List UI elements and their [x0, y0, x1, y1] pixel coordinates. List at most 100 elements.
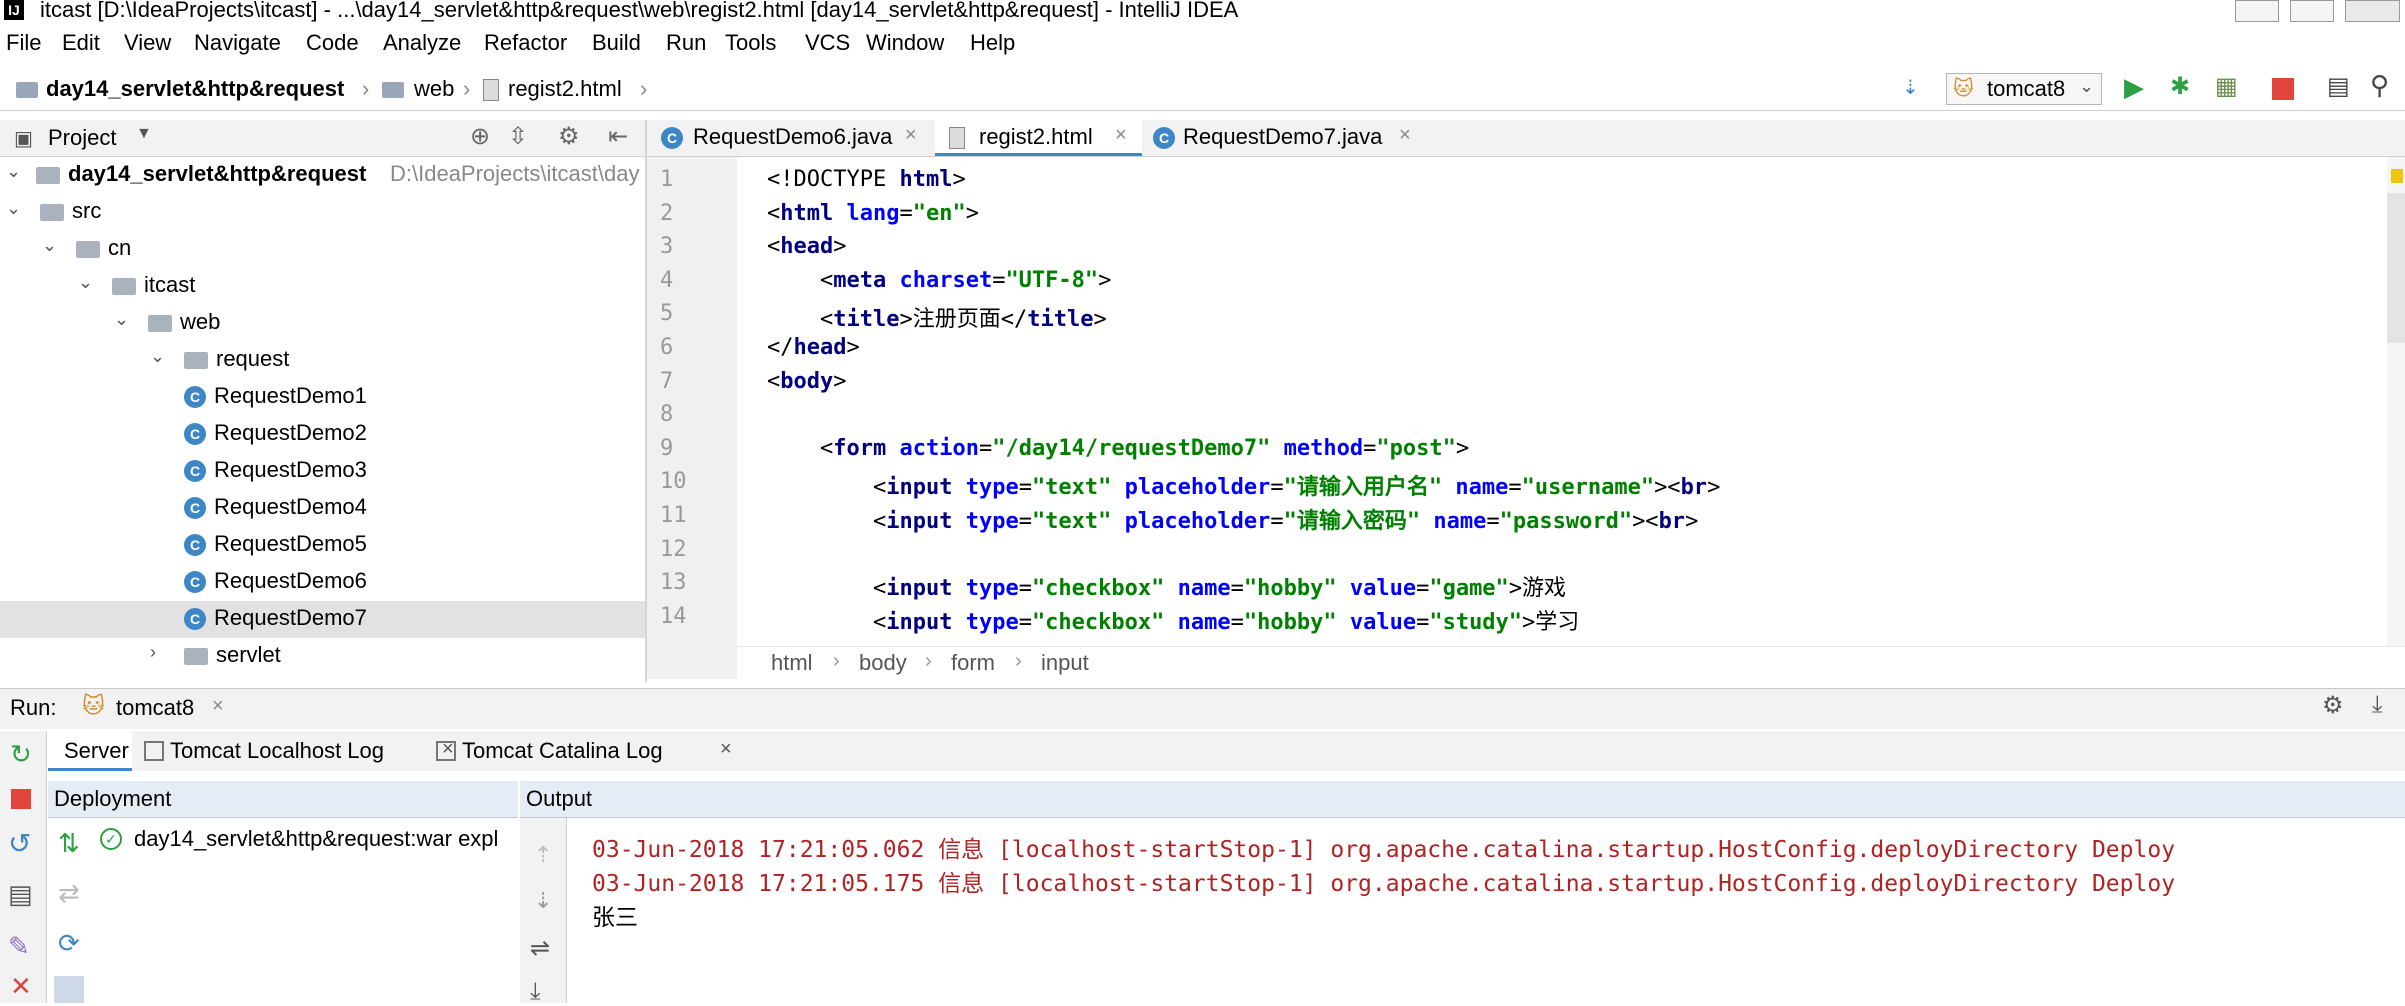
debug-icon[interactable]: ✱ — [2170, 72, 2190, 101]
collapse-arrow-icon[interactable]: ⌄ — [6, 198, 21, 219]
tab-regist2[interactable]: regist2.html × — [935, 120, 1142, 156]
menu-edit[interactable]: Edit — [62, 30, 100, 56]
tree-item-class[interactable]: C RequestDemo7 — [0, 601, 645, 638]
menu-refactor[interactable]: Refactor — [484, 30, 567, 56]
tree-item-class[interactable]: C RequestDemo6 — [0, 564, 645, 601]
code-line[interactable]: <head> — [767, 234, 846, 259]
menu-tools[interactable]: Tools — [725, 30, 776, 56]
project-structure-icon[interactable]: ▤ — [2327, 72, 2350, 101]
tree-item-folder[interactable]: ⌄ web — [0, 305, 645, 342]
undeploy-icon[interactable]: ⇄ — [58, 878, 80, 909]
tree-item-class[interactable]: C RequestDemo3 — [0, 453, 645, 490]
tree-item-folder[interactable]: ⌄ itcast — [0, 268, 645, 305]
gear-icon[interactable]: ⚙ — [2322, 691, 2344, 720]
code-line[interactable]: <form action="/day14/requestDemo7" metho… — [767, 436, 1469, 461]
menu-code[interactable]: Code — [306, 30, 359, 56]
menu-navigate[interactable]: Navigate — [194, 30, 281, 56]
tree-item-folder[interactable]: ⌄ cn — [0, 231, 645, 268]
code-line[interactable]: <title>注册页面</title> — [767, 301, 1107, 333]
menu-file[interactable]: File — [6, 30, 41, 56]
maximize-button[interactable] — [2290, 0, 2334, 22]
search-icon[interactable]: ⚲ — [2370, 70, 2389, 101]
code-line[interactable]: <input type="checkbox" name="hobby" valu… — [767, 604, 1579, 636]
close-icon[interactable]: × — [720, 738, 732, 761]
crumb-form[interactable]: form — [951, 650, 995, 676]
tree-item-class[interactable]: C RequestDemo2 — [0, 416, 645, 453]
arrow-down-icon[interactable]: ⇣ — [534, 888, 552, 914]
caret-down-icon[interactable]: ▼ — [136, 125, 152, 143]
expand-arrow-icon[interactable]: ⌄ — [6, 161, 21, 182]
artifact-icon[interactable] — [54, 976, 84, 1003]
refresh-icon[interactable]: ⟳ — [58, 928, 80, 959]
hide-panel-icon[interactable]: ⤓ — [2372, 691, 2383, 719]
nav-crumb-web[interactable]: web — [414, 76, 454, 102]
tab-requestdemo7[interactable]: C RequestDemo7.java × — [1143, 120, 1433, 156]
collapse-arrow-icon[interactable]: ⌄ — [78, 272, 93, 293]
close-icon[interactable]: × — [1115, 124, 1127, 147]
code-line[interactable]: </head> — [767, 335, 860, 360]
scroll-thumb[interactable] — [2387, 193, 2405, 343]
locate-icon[interactable]: ⊕ — [470, 122, 490, 151]
tree-item-class[interactable]: C RequestDemo4 — [0, 490, 645, 527]
tree-item-class[interactable]: C RequestDemo5 — [0, 527, 645, 564]
rerun-icon[interactable]: ↻ — [10, 739, 32, 770]
close-run-icon[interactable]: ✕ — [10, 971, 32, 1002]
tree-item-class[interactable]: C RequestDemo1 — [0, 379, 645, 416]
layout-icon[interactable]: ▤ — [8, 879, 33, 910]
sort-icon[interactable]: ⇣ — [1902, 75, 1919, 100]
code-line[interactable]: <input type="checkbox" name="hobby" valu… — [767, 570, 1566, 602]
tab-requestdemo6[interactable]: C RequestDemo6.java × — [647, 120, 934, 156]
deploy-icon[interactable]: ⇅ — [58, 828, 80, 859]
close-window-button[interactable] — [2345, 0, 2400, 22]
crumb-input[interactable]: input — [1041, 650, 1089, 676]
editor-scrollbar[interactable] — [2387, 157, 2405, 679]
run-config-dropdown[interactable]: 🐱 tomcat8 ⌄ — [1946, 73, 2102, 105]
arrow-up-icon[interactable]: ⇡ — [534, 842, 552, 868]
tab-tomcat-localhost-log[interactable]: Tomcat Localhost Log × — [144, 731, 462, 771]
deployment-item[interactable]: ✓ day14_servlet&http&request:war expl — [100, 826, 518, 860]
run-icon[interactable]: ▶ — [2124, 72, 2144, 103]
stop-icon[interactable] — [11, 789, 31, 809]
gear-icon[interactable]: ⚙ — [558, 122, 580, 151]
crumb-body[interactable]: body — [859, 650, 907, 676]
code-line[interactable]: <input type="text" placeholder="请输入用户名" … — [767, 469, 1720, 501]
menu-run[interactable]: Run — [666, 30, 706, 56]
project-view-selector[interactable]: Project — [48, 125, 116, 151]
coverage-icon[interactable]: ▦ — [2215, 72, 2238, 101]
crumb-html[interactable]: html — [771, 650, 813, 676]
close-icon[interactable]: × — [905, 124, 917, 147]
menu-build[interactable]: Build — [592, 30, 641, 56]
scroll-to-end-icon[interactable]: ⤓ — [530, 978, 541, 1006]
run-config-tab[interactable]: tomcat8 — [116, 695, 194, 721]
nav-crumb-file[interactable]: regist2.html — [508, 76, 622, 102]
soft-wrap-icon[interactable]: ⇌ — [530, 934, 550, 963]
collapse-arrow-icon[interactable]: ⌄ — [42, 235, 57, 256]
menu-vcs[interactable]: VCS — [805, 30, 850, 56]
close-icon[interactable]: × — [1399, 124, 1411, 147]
stop-icon[interactable] — [2272, 78, 2294, 100]
tab-server[interactable]: Server — [48, 731, 132, 771]
code-line[interactable]: <html lang="en"> — [767, 201, 979, 226]
collapse-arrow-icon[interactable]: ⌄ — [150, 346, 165, 367]
tree-item-folder[interactable]: ⌄ src — [0, 194, 645, 231]
expand-arrow-icon[interactable]: › — [150, 642, 156, 663]
collapse-arrow-icon[interactable]: ⌄ — [114, 309, 129, 330]
code-line[interactable]: <meta charset="UTF-8"> — [767, 268, 1111, 293]
console-output[interactable]: 03-Jun-2018 17:21:05.062 信息 [localhost-s… — [567, 818, 2405, 1003]
menu-window[interactable]: Window — [866, 30, 944, 56]
tree-item-folder[interactable]: › servlet — [0, 638, 645, 675]
inspection-warning-marker[interactable] — [2391, 169, 2403, 183]
collapse-all-icon[interactable]: ⇳ — [508, 122, 528, 151]
minimize-button[interactable] — [2235, 0, 2279, 22]
menu-help[interactable]: Help — [970, 30, 1015, 56]
menu-view[interactable]: View — [124, 30, 171, 56]
pin-icon[interactable]: ✎ — [8, 931, 30, 962]
tree-item-folder[interactable]: ⌄ request — [0, 342, 645, 379]
update-icon[interactable]: ↺ — [8, 827, 31, 860]
menu-analyze[interactable]: Analyze — [383, 30, 461, 56]
tab-tomcat-catalina-log[interactable]: Tomcat Catalina Log × — [436, 731, 736, 771]
nav-crumb-module[interactable]: day14_servlet&http&request — [46, 76, 344, 102]
tree-root[interactable]: ⌄ day14_servlet&http&request D:\IdeaProj… — [0, 157, 645, 194]
code-line[interactable]: <body> — [767, 369, 846, 394]
hide-panel-icon[interactable]: ⇤ — [608, 122, 628, 151]
